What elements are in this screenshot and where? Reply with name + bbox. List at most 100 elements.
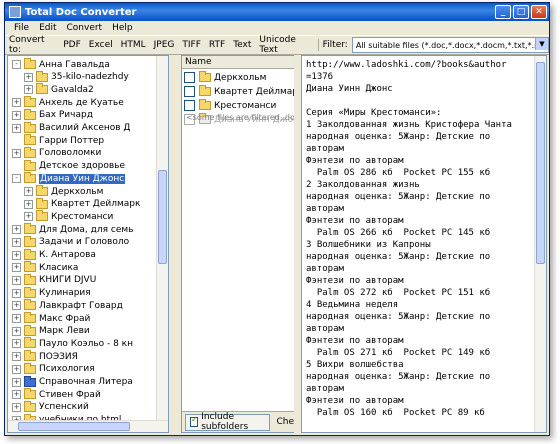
expand-icon[interactable]: + [24, 72, 33, 82]
expand-icon[interactable]: + [12, 275, 21, 285]
include-subfolders-checkbox[interactable]: Include subfolders [185, 412, 271, 432]
tree-item[interactable]: + Пауло Коэльо - 8 кн [12, 337, 133, 350]
tree-item[interactable]: + Головоломки [12, 146, 101, 160]
tree-item-label: Деркхольм [51, 186, 104, 197]
expand-icon[interactable]: + [12, 263, 21, 273]
tree-item[interactable]: + К. Антарова [12, 248, 96, 262]
tree-item[interactable]: + Для Дома, для семь [12, 223, 133, 236]
tree-scroll-thumb[interactable] [158, 170, 167, 264]
file-checkbox[interactable] [184, 72, 195, 83]
expand-icon[interactable]: + [12, 377, 21, 387]
close-icon[interactable]: ✕ [531, 5, 547, 19]
tree-item[interactable]: + Квартет Дейлмарк [24, 197, 140, 211]
expand-icon[interactable]: + [12, 301, 21, 311]
preview-scroll-thumb[interactable] [536, 62, 545, 264]
tree-item[interactable]: + Анхель де Куатье [12, 96, 124, 109]
tree-item[interactable]: + Задачи и Головоло [12, 235, 129, 249]
file-list-header-name[interactable]: Name [182, 56, 294, 69]
expand-icon[interactable]: + [12, 98, 21, 108]
expand-icon[interactable]: + [12, 123, 21, 133]
collapse-icon[interactable]: - [12, 174, 21, 184]
tree-item[interactable]: + Gavalda2 [24, 83, 94, 96]
file-item-label: Крестоманси [214, 100, 277, 111]
tree-hscroll-thumb[interactable] [18, 422, 130, 431]
convert-text-button[interactable]: Text [229, 40, 255, 50]
filter-select[interactable]: All suitable files (*.doc,*.docx,*.docm,… [351, 37, 549, 53]
menu-convert[interactable]: Convert [62, 23, 108, 33]
convert-unicode-text-button[interactable]: Unicode Text [255, 35, 313, 55]
expand-icon[interactable]: + [12, 364, 21, 374]
convert-pdf-button[interactable]: PDF [59, 40, 85, 50]
convert-html-button[interactable]: HTML [117, 40, 150, 50]
tree-item[interactable]: Детское здоровье [12, 159, 125, 173]
expand-icon[interactable]: + [12, 225, 21, 235]
expand-icon[interactable]: + [12, 326, 21, 336]
tree-item[interactable]: + Крестоманси [24, 210, 113, 223]
collapse-icon[interactable]: - [12, 60, 21, 69]
file-checkbox[interactable] [184, 100, 195, 111]
tree-item[interactable]: + Успенский [12, 400, 89, 414]
file-list-item[interactable]: Деркхольм [184, 71, 266, 84]
tree-splitter[interactable] [169, 55, 177, 433]
tree-item[interactable]: + Психология [12, 362, 95, 376]
tree-item[interactable]: + Класика [12, 261, 78, 274]
expand-icon[interactable]: + [12, 390, 21, 400]
menu-help[interactable]: Help [107, 23, 138, 33]
folder-icon [36, 185, 48, 196]
folder-icon [24, 299, 36, 311]
tree-item[interactable]: + КНИГИ DJVU [12, 273, 96, 287]
folder-icon [24, 159, 36, 171]
expand-icon[interactable]: + [24, 199, 33, 209]
expand-icon[interactable]: + [12, 237, 21, 247]
menu-edit[interactable]: Edit [34, 23, 61, 33]
tree-item[interactable]: + Марк Леви [12, 324, 90, 338]
expand-icon[interactable]: + [12, 314, 21, 323]
convert-tiff-button[interactable]: TIFF [178, 40, 205, 50]
tree-item[interactable]: - Диана Уин Джонс [12, 172, 126, 185]
convert-excel-button[interactable]: Excel [85, 40, 117, 50]
tree-item-label: Анхель де Куатье [39, 97, 124, 108]
convert-jpeg-button[interactable]: JPEG [150, 40, 179, 50]
tree-item[interactable]: + Стивен Фрай [12, 388, 101, 401]
checkmark-icon [190, 415, 199, 427]
maximize-icon[interactable]: □ [513, 5, 529, 19]
expand-icon[interactable]: + [24, 187, 33, 196]
expand-icon[interactable]: + [12, 402, 21, 412]
folder-tree[interactable]: - Анна Гавальда +35-kilo-nadezhdy + Gavalda2… [7, 55, 169, 433]
file-list-item[interactable]: Квартет Дейлмарк [184, 85, 294, 98]
expand-icon[interactable]: + [12, 288, 21, 298]
chevron-down-icon[interactable]: ▼ [535, 38, 548, 50]
tree-item-label: К. Антарова [39, 250, 96, 260]
tree-item[interactable]: + Кулинария [12, 286, 91, 300]
tree-item[interactable]: + Бах Ричард [12, 108, 93, 122]
expand-icon[interactable]: + [24, 212, 33, 222]
expand-icon[interactable]: + [12, 250, 21, 260]
tree-item[interactable]: + Справочная Литера [12, 375, 133, 389]
expand-icon[interactable]: + [12, 110, 21, 120]
expand-icon[interactable]: + [24, 85, 33, 95]
folder-icon [24, 172, 36, 184]
tree-item[interactable]: + Василий Аксенов Д [12, 121, 130, 135]
check-button[interactable]: Che [276, 417, 294, 427]
title-bar[interactable]: Total Doc Converter _ □ ✕ [5, 3, 549, 21]
tree-item[interactable]: + ПОЭЗИЯ [12, 350, 78, 363]
menu-file[interactable]: File [9, 23, 34, 33]
preview-pane[interactable]: http://www.ladoshki.com/?books&author =1… [301, 55, 547, 433]
tree-item[interactable]: - Анна Гавальда [12, 58, 110, 71]
tree-item[interactable]: +35-kilo-nadezhdy [24, 70, 129, 84]
expand-icon[interactable]: + [12, 339, 21, 349]
tree-item[interactable]: Гарри Поттер [12, 134, 104, 147]
tree-vertical-scrollbar[interactable] [156, 56, 168, 420]
tree-item[interactable]: + Макс Фрай [12, 312, 90, 325]
preview-vertical-scrollbar[interactable] [534, 56, 546, 432]
tree-item[interactable]: + Деркхольм [24, 185, 103, 198]
expand-icon[interactable]: + [12, 352, 21, 362]
tree-item[interactable]: + Лавкрафт Говард [12, 299, 123, 312]
file-checkbox[interactable] [184, 86, 195, 97]
file-list-item[interactable]: Крестоманси [184, 99, 276, 112]
expand-icon[interactable]: + [12, 148, 21, 158]
minimize-icon[interactable]: _ [495, 5, 511, 19]
file-list[interactable]: Name Деркхольм Квартет Дейлмарк Крестоманс… [181, 55, 295, 433]
tree-horizontal-scrollbar[interactable] [8, 420, 168, 432]
convert-rtf-button[interactable]: RTF [205, 40, 229, 50]
